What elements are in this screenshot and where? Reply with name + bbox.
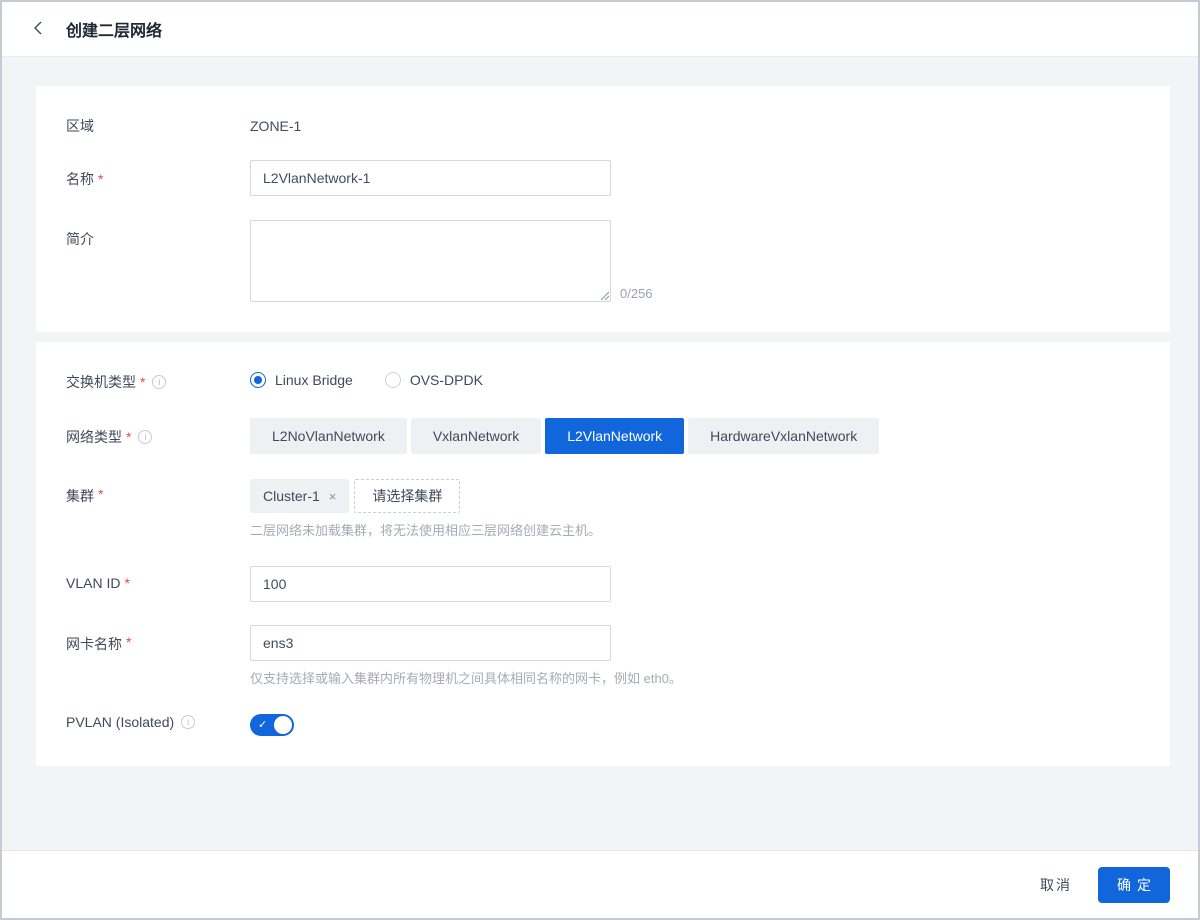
zone-label: 区域 [66,118,94,134]
page-title: 创建二层网络 [66,23,163,40]
required-mark: * [98,171,104,187]
zone-value: ZONE-1 [250,118,302,134]
page-header: 创建二层网络 [2,2,1198,57]
description-textarea[interactable] [250,220,611,302]
network-type-l2novlan[interactable]: L2NoVlanNetwork [250,418,407,454]
required-mark: * [126,429,132,445]
field-description: 简介 0/256 [66,220,1140,302]
field-zone: 区域 ZONE-1 [66,116,1140,136]
select-cluster-button[interactable]: 请选择集群 [354,479,461,513]
description-label: 简介 [66,231,94,247]
cluster-tag: Cluster-1 × [250,479,350,513]
nic-name-hint: 仅支持选择或输入集群内所有物理机之间具体相同名称的网卡，例如 eth0。 [250,671,682,686]
toggle-check-icon: ✓ [258,719,268,731]
field-name: 名称 * [66,160,1140,196]
required-mark: * [124,575,130,591]
vlan-id-label: VLAN ID [66,575,121,591]
char-counter: 0/256 [620,286,653,301]
required-mark: * [140,374,146,390]
radio-ovs-dpdk[interactable]: OVS-DPDK [384,372,483,388]
info-icon[interactable]: i [152,375,167,389]
field-switch-type: 交换机类型 * i Linux Bridge OVS-DPDK [66,372,1140,392]
radio-circle-icon [384,372,401,388]
name-label: 名称 [66,171,94,187]
action-footer: 取消 确定 [2,850,1198,918]
field-nic-name: 网卡名称* 仅支持选择或输入集群内所有物理机之间具体相同名称的网卡，例如 eth… [66,625,1140,688]
network-type-label: 网络类型 [66,429,122,445]
network-type-vxlan[interactable]: VxlanNetwork [410,418,542,454]
field-cluster: 集群 * Cluster-1 × 请选择集群 二层网络未加载集群，将无法使用相应三… [66,479,1140,540]
field-network-type: 网络类型 * i L2NoVlanNetwork VxlanNetwork L2Vl… [66,418,1140,454]
basic-info-card: 区域 ZONE-1 名称* 简介 [36,86,1170,332]
toggle-knob [274,716,292,734]
cluster-tag-label: Cluster-1 [263,488,320,504]
name-input[interactable] [250,160,611,196]
network-config-card: 交换机类型 * i Linux Bridge OVS-DPDK 网络类型 * i… [36,342,1170,766]
nic-name-label: 网卡名称 [66,636,122,652]
info-icon[interactable]: i [138,430,153,444]
cancel-button[interactable]: 取消 [1040,875,1072,895]
pvlan-label: PVLAN (Isolated) [66,714,175,730]
network-type-button-group: L2NoVlanNetwork VxlanNetwork L2VlanNetwo… [250,418,1140,454]
pvlan-toggle[interactable]: ✓ [250,714,294,736]
radio-linux-bridge[interactable]: Linux Bridge [250,372,353,388]
confirm-button[interactable]: 确定 [1098,866,1170,903]
remove-tag-icon[interactable]: × [329,489,337,504]
network-type-l2vlan[interactable]: L2VlanNetwork [545,418,685,454]
nic-name-input[interactable] [250,625,611,661]
vlan-id-input[interactable] [250,566,611,602]
back-chevron-icon [32,21,44,38]
switch-type-radio-group: Linux Bridge OVS-DPDK [250,372,1140,388]
switch-type-label: 交换机类型 [66,374,136,390]
cluster-hint: 二层网络未加载集群，将无法使用相应三层网络创建云主机。 [250,523,602,538]
cluster-label: 集群 [66,488,94,504]
back-button[interactable] [26,17,50,41]
field-vlan-id: VLAN ID * [66,566,1140,602]
required-mark: * [126,634,132,650]
info-icon[interactable]: i [181,715,196,729]
required-mark: * [98,486,104,502]
field-pvlan: PVLAN (Isolated) i ✓ [66,714,1140,736]
network-type-hardwarevxlan[interactable]: HardwareVxlanNetwork [688,418,880,454]
create-l2-network-page: 创建二层网络 区域 ZONE-1 名称 * L2VlanNetwork-1 简介… [0,0,1200,920]
form-body: 区域 ZONE-1 名称* 简介 [2,57,1198,850]
radio-circle-icon [250,372,266,388]
